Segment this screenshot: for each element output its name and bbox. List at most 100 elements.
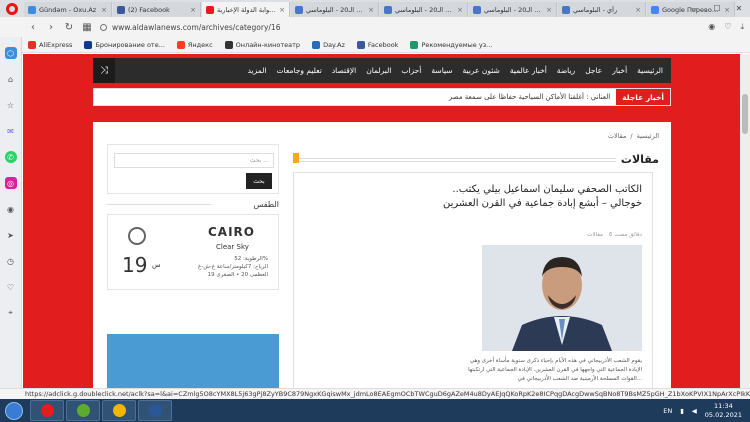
bookmark-item[interactable]: Яндекс [176,40,213,49]
bookmark-favicon-icon [224,40,233,49]
language-indicator[interactable]: EN [663,407,672,415]
rss-icon[interactable] [293,153,299,163]
bookmark-heart-icon[interactable]: ♡ [724,22,731,32]
author-portrait-icon [482,245,642,351]
bookmark-item[interactable]: Facebook [356,40,398,49]
article-image[interactable] [482,245,642,351]
tab-close-icon[interactable]: × [190,6,196,14]
taskbar-app-utorrent[interactable] [66,400,100,421]
history-icon[interactable]: ◷ [5,255,17,267]
bookmark-favicon-icon [176,40,185,49]
nav-item[interactable]: شئون عربية [458,58,505,83]
player-icon[interactable]: ◉ [5,203,17,215]
breaking-news-bar: أخبار عاجلة العناني : أغلقنا الأماكن الس… [93,88,671,106]
bookmark-item[interactable]: Day.Az [312,40,345,49]
nav-item-home[interactable]: الرئيسية [632,58,671,83]
taskbar-app-chrome[interactable] [102,400,136,421]
opera-sidebar: ⬡ ⌂ ☆ ✉ ✆ ◎ ◉ ➤ ◷ ♡ ⌖ [0,37,22,388]
tab-close-icon[interactable]: × [546,6,552,14]
breaking-news-text[interactable]: العناني : أغلقنا الأماكن السياحية حفاظا … [449,93,616,101]
nav-item[interactable]: أخبار [607,58,632,83]
browser-tab[interactable]: رأي - البلوماسي × [558,2,646,17]
page-title: مقالات [620,153,659,166]
address-bar: ‹ › ↻ ▦ www.aldawlanews.com/archives/cat… [0,17,750,37]
tab-close-icon[interactable]: × [368,6,374,14]
window-controls: — ☐ ✕ [684,0,750,17]
close-icon[interactable]: ✕ [728,0,750,17]
web-page: ⤨ الرئيسية أخبار عاجل رياضة أخبار عالمية شئو… [23,54,740,388]
tab-close-icon[interactable]: × [457,6,463,14]
nav-item[interactable]: المزيد [243,58,272,83]
weather-wind: الرياح: 7كيلومتر/ساعة غ-ش-غ [197,264,268,270]
article-excerpt: يقوم الشعب الأذربيجاني في هذه الأيام بإح… [468,358,642,382]
start-button[interactable] [0,399,28,422]
browser-tab[interactable]: القرن الـ20 - البلوماسي× [469,2,557,17]
back-icon[interactable]: ‹ [28,22,38,33]
browser-tab[interactable]: بوابة الدولة الإخبارية - ...× [202,2,290,17]
browser-tab[interactable]: القرن الـ20 - البلوماسي× [380,2,468,17]
nav-item[interactable]: سياسة [426,58,457,83]
heart-icon[interactable]: ♡ [5,281,17,293]
bookmark-label: Day.Az [323,40,345,49]
breadcrumb-home[interactable]: الرئيسية [637,132,659,140]
reload-icon[interactable]: ↻ [64,22,74,33]
clock[interactable]: 11:34 05.02.2021 [705,402,742,420]
minimize-icon[interactable]: — [684,0,706,17]
tab-label: رأي - البلوماسي [573,5,618,14]
bookmark-item[interactable]: Рекомендуемые уз... [410,40,492,49]
tab-favicon-icon [473,5,481,14]
status-link-preview: https://adclick.g.doubleclick.net/aclk?s… [0,388,750,399]
weather-details: الرطوبة: 52% الرياح: 7كيلومتر/ساعة غ-ش-غ… [148,255,268,279]
browser-tab[interactable]: القرن الـ20 - البلوماسي× [291,2,379,17]
nav-item[interactable]: أحزاب [396,58,426,83]
url-field[interactable]: www.aldawlanews.com/archives/category/16 [100,23,700,32]
page-scrollbar[interactable] [740,54,750,388]
nav-item[interactable]: عاجل [580,58,607,83]
search-input[interactable]: بحث ... [114,153,274,168]
bookmark-item[interactable]: Онлайн-кинотеатр [224,40,300,49]
home-icon[interactable]: ⌂ [5,73,17,85]
bookmark-item[interactable]: AliExpress [28,40,72,49]
bookmark-item[interactable]: Бронирование оте... [84,40,165,49]
download-icon[interactable]: ⤓ [740,22,744,32]
nav-item[interactable]: رياضة [552,58,580,83]
nav-item[interactable]: أخبار عالمية [505,58,552,83]
forward-icon[interactable]: › [46,22,56,33]
apps-icon[interactable]: ⬡ [4,47,17,59]
breadcrumb-separator: / [630,132,633,140]
network-icon[interactable]: ▮ [680,407,684,415]
tab-favicon-icon [295,5,303,14]
search-button[interactable]: بحث [246,173,272,189]
weather-humidity: الرطوبة: 52% [234,256,268,262]
maximize-icon[interactable]: ☐ [706,0,728,17]
tab-close-icon[interactable]: × [101,6,107,14]
tab-close-icon[interactable]: × [635,6,641,14]
advertisement[interactable] [107,334,279,388]
shuffle-icon[interactable]: ⤨ [93,58,115,83]
article-category[interactable]: مقالات [587,232,603,238]
taskbar-app-word[interactable] [138,400,172,421]
nav-item[interactable]: الإقتصاد [327,58,361,83]
tab-close-icon[interactable]: × [279,6,285,14]
whatsapp-icon[interactable]: ✆ [4,151,17,163]
browser-tab[interactable]: Gündəm - Oxu.Az × [24,2,112,17]
opera-icon [40,404,54,417]
instagram-icon[interactable]: ◎ [4,177,17,189]
nav-item[interactable]: البرلمان [361,58,396,83]
location-icon[interactable]: ⌖ [5,307,17,319]
messenger-icon[interactable]: ✉ [5,125,17,137]
bookmarks-icon[interactable]: ☆ [5,99,17,111]
article-title[interactable]: الكاتب الصحفي سليمان اسماعيل بيلي يكتب..… [422,183,642,211]
bookmark-favicon-icon [84,40,93,49]
speed-dial-icon[interactable]: ▦ [82,22,92,33]
article-card: الكاتب الصحفي سليمان اسماعيل بيلي يكتب..… [293,172,653,388]
send-icon[interactable]: ➤ [5,229,17,241]
taskbar-app-opera[interactable] [30,400,64,421]
opera-menu-button[interactable] [0,0,24,17]
nav-item[interactable]: تعليم وجامعات [271,58,326,83]
breadcrumb-current: مقالات [607,132,627,140]
camera-icon[interactable]: ◉ [708,22,715,32]
volume-icon[interactable]: ◀ [692,407,697,415]
browser-tab[interactable]: (2) Facebook × [113,2,201,17]
scrollbar-thumb[interactable] [742,94,748,134]
